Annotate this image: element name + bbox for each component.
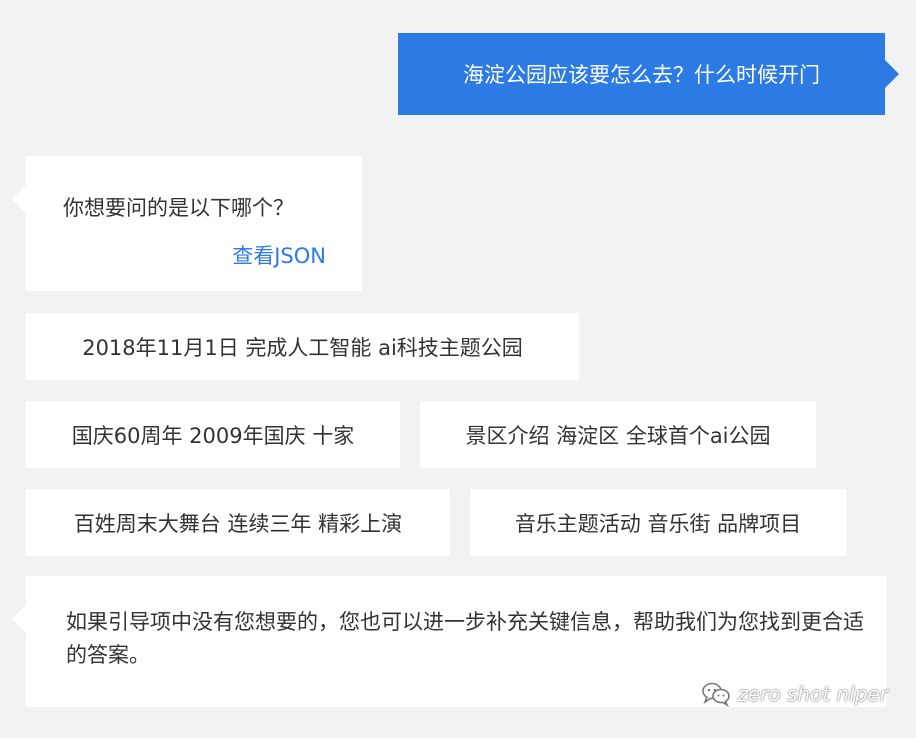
user-message-text: 海淀公园应该要怎么去？什么时候开门 [463,63,820,87]
option-label: 2018年11月1日 完成人工智能 ai科技主题公园 [82,335,523,360]
option-button[interactable]: 百姓周末大舞台 连续三年 精彩上演 [26,489,450,556]
option-label: 百姓周末大舞台 连续三年 精彩上演 [73,511,403,536]
clarify-question: 你想要问的是以下哪个？ [63,196,294,220]
watermark-text: zero shot nlper [737,682,888,706]
user-message-bubble: 海淀公园应该要怎么去？什么时候开门 [398,33,899,115]
option-label: 景区介绍 海淀区 全球首个ai公园 [465,423,771,448]
wechat-icon [701,681,731,707]
clarify-bubble: 你想要问的是以下哪个？ 查看JSON [12,156,362,291]
option-button[interactable]: 音乐主题活动 音乐街 品牌项目 [470,489,846,556]
option-button[interactable]: 景区介绍 海淀区 全球首个ai公园 [420,401,816,468]
option-button[interactable]: 国庆60周年 2009年国庆 十家 [26,401,400,468]
option-label: 国庆60周年 2009年国庆 十家 [71,423,355,448]
option-label: 音乐主题活动 音乐街 品牌项目 [514,511,802,536]
watermark: zero shot nlper [701,681,888,707]
hint-text: 如果引导项中没有您想要的，您也可以进一步补充关键信息，帮助我们为您找到更合适的答… [66,610,864,667]
view-json-link[interactable]: 查看JSON [232,240,326,270]
option-button[interactable]: 2018年11月1日 完成人工智能 ai科技主题公园 [26,313,579,380]
